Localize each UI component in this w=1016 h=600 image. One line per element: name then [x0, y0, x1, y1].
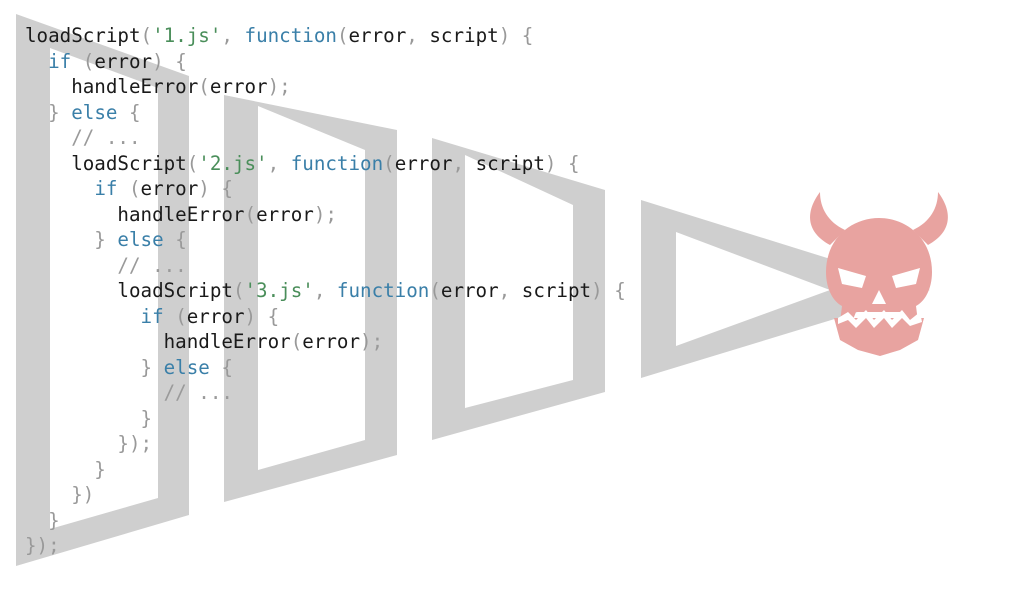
code-line: // ... [25, 380, 626, 406]
code-token-punct: { [163, 228, 187, 251]
code-token-plain: error [302, 330, 361, 353]
code-token-punct: ); [313, 202, 337, 226]
code-token-plain: script [429, 24, 499, 47]
code-token-plain: handleError [25, 330, 291, 353]
code-token-punct: }); [25, 534, 60, 557]
code-token-punct: , [313, 279, 337, 302]
code-token-punct: }); [25, 432, 153, 455]
code-line: } else { [25, 100, 626, 126]
code-token-punct: , [498, 279, 522, 302]
code-token-punct: ) { [544, 151, 580, 175]
code-token-plain: error [140, 177, 199, 200]
pyramid-of-doom-diagram: loadScript('1.js', function(error, scrip… [0, 0, 1016, 600]
code-token-punct: , [406, 24, 430, 47]
code-line: loadScript('3.js', function(error, scrip… [25, 278, 626, 304]
code-token-keyword: if [48, 49, 72, 73]
code-token-punct: ( [290, 330, 303, 353]
code-line: } [25, 457, 626, 483]
code-token-plain: error [256, 202, 314, 226]
code-token-keyword: else [117, 228, 164, 251]
code-token-keyword: function [244, 24, 337, 47]
code-line: if (error) { [25, 176, 626, 202]
code-token-comment: // ... [25, 126, 141, 149]
code-token-keyword: if [140, 304, 164, 328]
code-token-plain: error [186, 304, 245, 328]
code-token-keyword: else [163, 355, 210, 379]
code-token-punct: ( [163, 304, 187, 328]
code-token-plain: handleError [25, 75, 199, 98]
code-line: } else { [25, 355, 626, 381]
code-token-punct: , [267, 151, 291, 175]
code-token-punct: ( [71, 49, 95, 73]
code-line: } else { [25, 227, 626, 253]
code-token-punct: ); [360, 330, 384, 353]
code-token-punct: ( [383, 151, 395, 175]
code-token-punct: ( [429, 279, 441, 302]
code-token-comment: // ... [25, 381, 233, 404]
code-token-plain: loadScript [25, 279, 233, 302]
code-token-punct: } [25, 508, 60, 532]
code-token-plain: script [521, 279, 592, 302]
code-line: handleError(error); [25, 329, 626, 355]
code-line: } [25, 508, 626, 534]
code-line: }) [25, 482, 626, 508]
code-line: loadScript('2.js', function(error, scrip… [25, 151, 626, 177]
code-token-plain: error [394, 151, 453, 175]
code-token-plain: error [94, 49, 153, 73]
demon-skull-icon [810, 192, 948, 356]
code-token-punct: ) { [498, 24, 534, 47]
code-token-plain: error [348, 24, 407, 47]
code-line: }); [25, 533, 626, 559]
code-token-punct: ) { [244, 304, 280, 328]
code-token-plain: script [475, 151, 545, 175]
code-token-keyword: function [290, 151, 384, 175]
code-token-punct: } [25, 355, 164, 379]
code-token-plain: handleError [25, 202, 245, 226]
code-line: // ... [25, 253, 626, 279]
code-token-punct: } [25, 457, 106, 481]
code-token-keyword: function [336, 279, 430, 302]
code-token-punct: ( [336, 24, 349, 47]
code-token-string: '1.js' [152, 24, 222, 47]
code-token-punct: ) { [198, 177, 233, 200]
code-token-string: '2.js' [198, 151, 268, 175]
code-token-punct: ( [232, 279, 245, 302]
code-token-punct: { [209, 355, 233, 379]
code-line: if (error) { [25, 49, 626, 75]
code-token-punct: , [452, 151, 476, 175]
code-token-punct: { [117, 100, 141, 124]
code-line: if (error) { [25, 304, 626, 330]
callback-code-block: loadScript('1.js', function(error, scrip… [25, 23, 626, 559]
code-token-plain: error [209, 75, 268, 98]
code-token-punct: ( [117, 177, 141, 200]
code-token-punct: } [25, 228, 118, 251]
code-token-comment: // ... [25, 253, 187, 277]
code-token-punct: ) { [591, 279, 626, 302]
code-line: }); [25, 431, 626, 457]
code-token-string: '3.js' [244, 279, 314, 302]
code-token-plain: loadScript [25, 24, 141, 47]
code-token-punct: ); [267, 75, 291, 98]
code-token-punct: ( [186, 151, 199, 175]
code-token-keyword: else [71, 100, 118, 124]
code-token-punct: } [25, 100, 72, 124]
code-token-punct: ) { [152, 49, 187, 73]
code-line: handleError(error); [25, 202, 626, 228]
code-token-punct: ( [198, 75, 210, 98]
code-token-keyword: if [94, 177, 118, 200]
code-token-punct: }) [25, 483, 95, 506]
code-token-punct: ( [244, 202, 257, 226]
code-token-punct: ( [140, 24, 153, 47]
code-token-plain: error [440, 279, 499, 302]
code-line: handleError(error); [25, 74, 626, 100]
code-token-punct: , [221, 24, 245, 47]
code-line: // ... [25, 125, 626, 151]
code-line: loadScript('1.js', function(error, scrip… [25, 23, 626, 49]
code-line: } [25, 406, 626, 432]
code-token-punct: } [25, 406, 153, 430]
code-token-plain: loadScript [25, 151, 187, 175]
